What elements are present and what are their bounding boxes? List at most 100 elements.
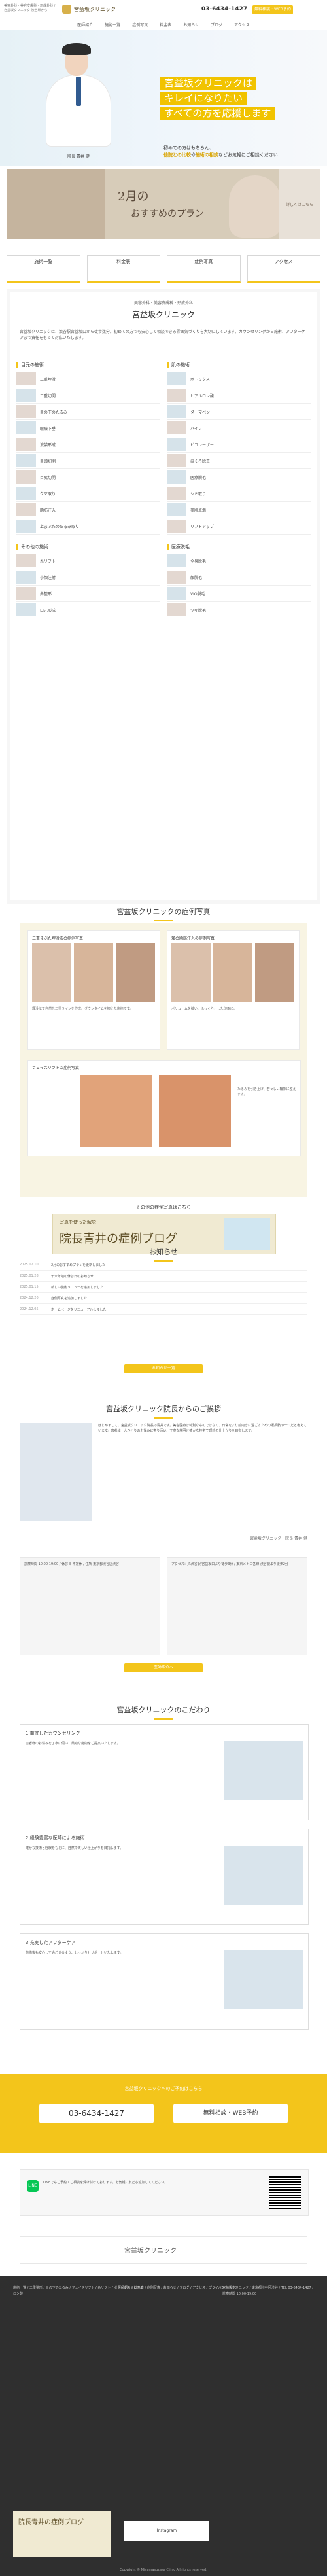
cases-heading: 宮益坂クリニックの症例写真 — [0, 906, 327, 921]
footer-blog-banner[interactable]: 院長青井の症例ブログ — [13, 2511, 111, 2557]
hero-title-line-1: 宮益坂クリニックは — [160, 77, 257, 90]
clinic-logo[interactable]: 宮益坂クリニック — [62, 3, 121, 16]
news-item[interactable]: 2025.02.10 2月のおすすめプランを更新しました — [20, 1260, 307, 1271]
footer-logo[interactable]: 宮益坂クリニック — [20, 2236, 307, 2264]
nav-item-5[interactable]: ブログ — [211, 22, 222, 27]
thumb-image — [16, 554, 36, 567]
right-item-2[interactable]: ダーマペン — [167, 404, 311, 420]
right-item-1[interactable]: ヒアルロン酸 — [167, 387, 311, 404]
director-more-button[interactable]: 医師紹介へ — [124, 1663, 203, 1672]
left-item-9[interactable]: 上まぶたのたるみ取り — [16, 518, 160, 535]
thumb-image — [16, 421, 36, 434]
right-column: 肌の施術 ボトックス ヒアルロン酸 ダーマペン ハイフ ピコレーザー ほくろ除去… — [167, 362, 311, 618]
topbar-small-text: 美容外科・美容皮膚科・形成外科 / 宮益坂クリニック 渋谷駅から — [4, 4, 56, 12]
cta-phone[interactable]: 03-6434-1427 — [39, 2104, 154, 2123]
news-more-button[interactable]: お知らせ一覧 — [124, 1364, 203, 1373]
quick-link-3[interactable]: アクセス — [247, 255, 320, 283]
left-item-2[interactable]: 目の下のたるみ — [16, 404, 160, 420]
right-item-3[interactable]: ハイフ — [167, 420, 311, 436]
director-card: はじめまして。宮益坂クリニック院長の青井です。美容医療は特別なものではなく、日常… — [20, 1423, 307, 1541]
news-item[interactable]: 2024.12.20 症例写真を追加しました — [20, 1293, 307, 1304]
reserve-button[interactable]: 無料相談・WEB予約 — [252, 5, 293, 14]
case-card-0[interactable]: 二重まぶた埋没法の症例写真 埋没法で自然な二重ラインを作成。ダウンタイムを抑えた… — [27, 930, 160, 1050]
line-section: LINE LINEでもご予約・ご相談を受け付けております。お気軽に友だち追加して… — [20, 2169, 309, 2216]
thumb-image — [16, 571, 36, 584]
right-extra-item-0[interactable]: 全身脱毛 — [167, 553, 311, 569]
left-item-6[interactable]: 目尻切開 — [16, 469, 160, 485]
cases-section: 二重まぶた埋没法の症例写真 埋没法で自然な二重ラインを作成。ダウンタイムを抑えた… — [20, 923, 307, 1197]
thumb-image — [16, 503, 36, 516]
thumb-image — [16, 438, 36, 451]
case-card-1[interactable]: 頬の脂肪注入の症例写真 ボリュームを補い、ふっくらとした印象に。 — [167, 930, 300, 1050]
nav-item-3[interactable]: 料金表 — [160, 22, 171, 27]
left-item-1[interactable]: 二重切開 — [16, 387, 160, 404]
doctor-tie — [76, 77, 81, 106]
intro-title: 宮益坂クリニック — [131, 310, 195, 319]
left-item-7[interactable]: クマ取り — [16, 485, 160, 502]
news-item[interactable]: 2024.12.05 ホームページをリニューアルしました — [20, 1304, 307, 1315]
case-big-desc: たるみを引き上げ、若々しい輪郭に整えます。 — [237, 1087, 296, 1097]
quick-link-1[interactable]: 料金表 — [86, 255, 160, 283]
nav-item-4[interactable]: お知らせ — [183, 22, 199, 27]
banner-subtitle: おすすめのプラン — [131, 209, 204, 219]
left-extra-item-2[interactable]: 鼻整形 — [16, 586, 160, 602]
case-card-big[interactable]: フェイスリフトの症例写真 たるみを引き上げ、若々しい輪郭に整えます。 — [27, 1060, 301, 1156]
right-item-8[interactable]: 美肌点滴 — [167, 502, 311, 518]
thumb-image — [16, 405, 36, 418]
logo-text: 宮益坂クリニック — [74, 6, 116, 12]
blog-line-1: 写真を使った解説 — [60, 1220, 96, 1225]
right-item-7[interactable]: シミ取り — [167, 485, 311, 502]
thumb-image — [167, 372, 186, 385]
left-item-4[interactable]: 涙袋形成 — [16, 436, 160, 453]
right-item-5[interactable]: ほくろ除去 — [167, 453, 311, 469]
right-extra-list: 全身脱毛 顔脱毛 VIO脱毛 ワキ脱毛 — [167, 553, 311, 618]
right-item-4[interactable]: ピコレーザー — [167, 436, 311, 453]
feature-text: 確かな技術と経験をもとに、自然で美しい仕上がりを目指します。 — [26, 1846, 124, 1850]
left-extra-item-0[interactable]: 糸リフト — [16, 553, 160, 569]
case-desc: 埋没法で自然な二重ラインを作成。ダウンタイムを抑えた施術です。 — [32, 1007, 133, 1011]
banner-left-image — [7, 169, 105, 239]
blog-line-3: 症例ブログ — [118, 1232, 177, 1246]
thumb-image — [16, 587, 36, 600]
right-item-9[interactable]: リフトアップ — [167, 518, 311, 535]
case-big-after — [159, 1075, 231, 1147]
cta-reserve-button[interactable]: 無料相談・WEB予約 — [173, 2104, 288, 2123]
quick-links: 施術一覧 料金表 症例写真 アクセス — [7, 255, 320, 283]
left-extra-item-3[interactable]: 口元形成 — [16, 602, 160, 618]
case-image-extra — [116, 943, 155, 1002]
case-desc: ボリュームを補い、ふっくらとした印象に。 — [171, 1007, 237, 1011]
left-item-5[interactable]: 目頭切開 — [16, 453, 160, 469]
thumb-image — [16, 603, 36, 616]
right-extra-item-2[interactable]: VIO脱毛 — [167, 586, 311, 602]
nav-item-0[interactable]: 医師紹介 — [77, 22, 93, 27]
left-extra-item-1[interactable]: 小顔注射 — [16, 569, 160, 586]
nav-item-2[interactable]: 症例写真 — [132, 22, 148, 27]
left-column: 目元の施術 二重埋没 二重切開 目の下のたるみ 眼瞼下垂 涙袋形成 目頭切開 目… — [16, 362, 160, 618]
news-item[interactable]: 2025.01.15 新しい施術メニューを追加しました — [20, 1282, 307, 1293]
cases-more-link[interactable]: その他の症例写真はこちら — [0, 1204, 327, 1210]
footer: 施術一覧 / 二重整形 / 目の下のたるみ / フェイスリフト / 糸リフト /… — [0, 2276, 327, 2576]
right-extra-item-3[interactable]: ワキ脱毛 — [167, 602, 311, 618]
feature-card-2: 2 経験豊富な医師による施術 確かな技術と経験をもとに、自然で美しい仕上がりを目… — [20, 1829, 309, 1925]
feature-title: 2 経験豊富な医師による施術 — [26, 1835, 85, 1841]
left-item-8[interactable]: 脂肪注入 — [16, 502, 160, 518]
feature-text: 患者様のお悩みを丁寧に伺い、最適な施術をご提案いたします。 — [26, 1742, 120, 1746]
right-extra-item-1[interactable]: 顔脱毛 — [167, 569, 311, 586]
line-icon[interactable]: LINE — [27, 2180, 39, 2192]
news-item[interactable]: 2025.01.28 年末年始の休診日のお知らせ — [20, 1271, 307, 1282]
nav-item-1[interactable]: 施術一覧 — [105, 22, 120, 27]
quick-link-2[interactable]: 症例写真 — [167, 255, 241, 283]
monthly-banner[interactable]: 2月の おすすめのプラン 詳しくはこちら — [7, 169, 320, 239]
right-item-6[interactable]: 医療脱毛 — [167, 469, 311, 485]
doctor-hair — [62, 43, 91, 55]
left-item-3[interactable]: 眼瞼下垂 — [16, 420, 160, 436]
phone-number[interactable]: 03-6434-1427 — [201, 6, 247, 12]
left-item-0[interactable]: 二重埋没 — [16, 371, 160, 387]
instagram-link[interactable]: Instagram — [124, 2521, 209, 2541]
clinic-info: 診療時間 10:00-19:00 / 休診日 不定休 / 住所 東京都渋谷区渋谷… — [20, 1557, 307, 1655]
blog-line-2: 院長青井の — [60, 1232, 118, 1246]
quick-link-0[interactable]: 施術一覧 — [7, 255, 80, 283]
line-text: LINEでもご予約・ご相談を受け付けております。お気軽に友だち追加してください。 — [43, 2181, 168, 2185]
nav-item-6[interactable]: アクセス — [234, 22, 250, 27]
right-item-0[interactable]: ボトックス — [167, 371, 311, 387]
